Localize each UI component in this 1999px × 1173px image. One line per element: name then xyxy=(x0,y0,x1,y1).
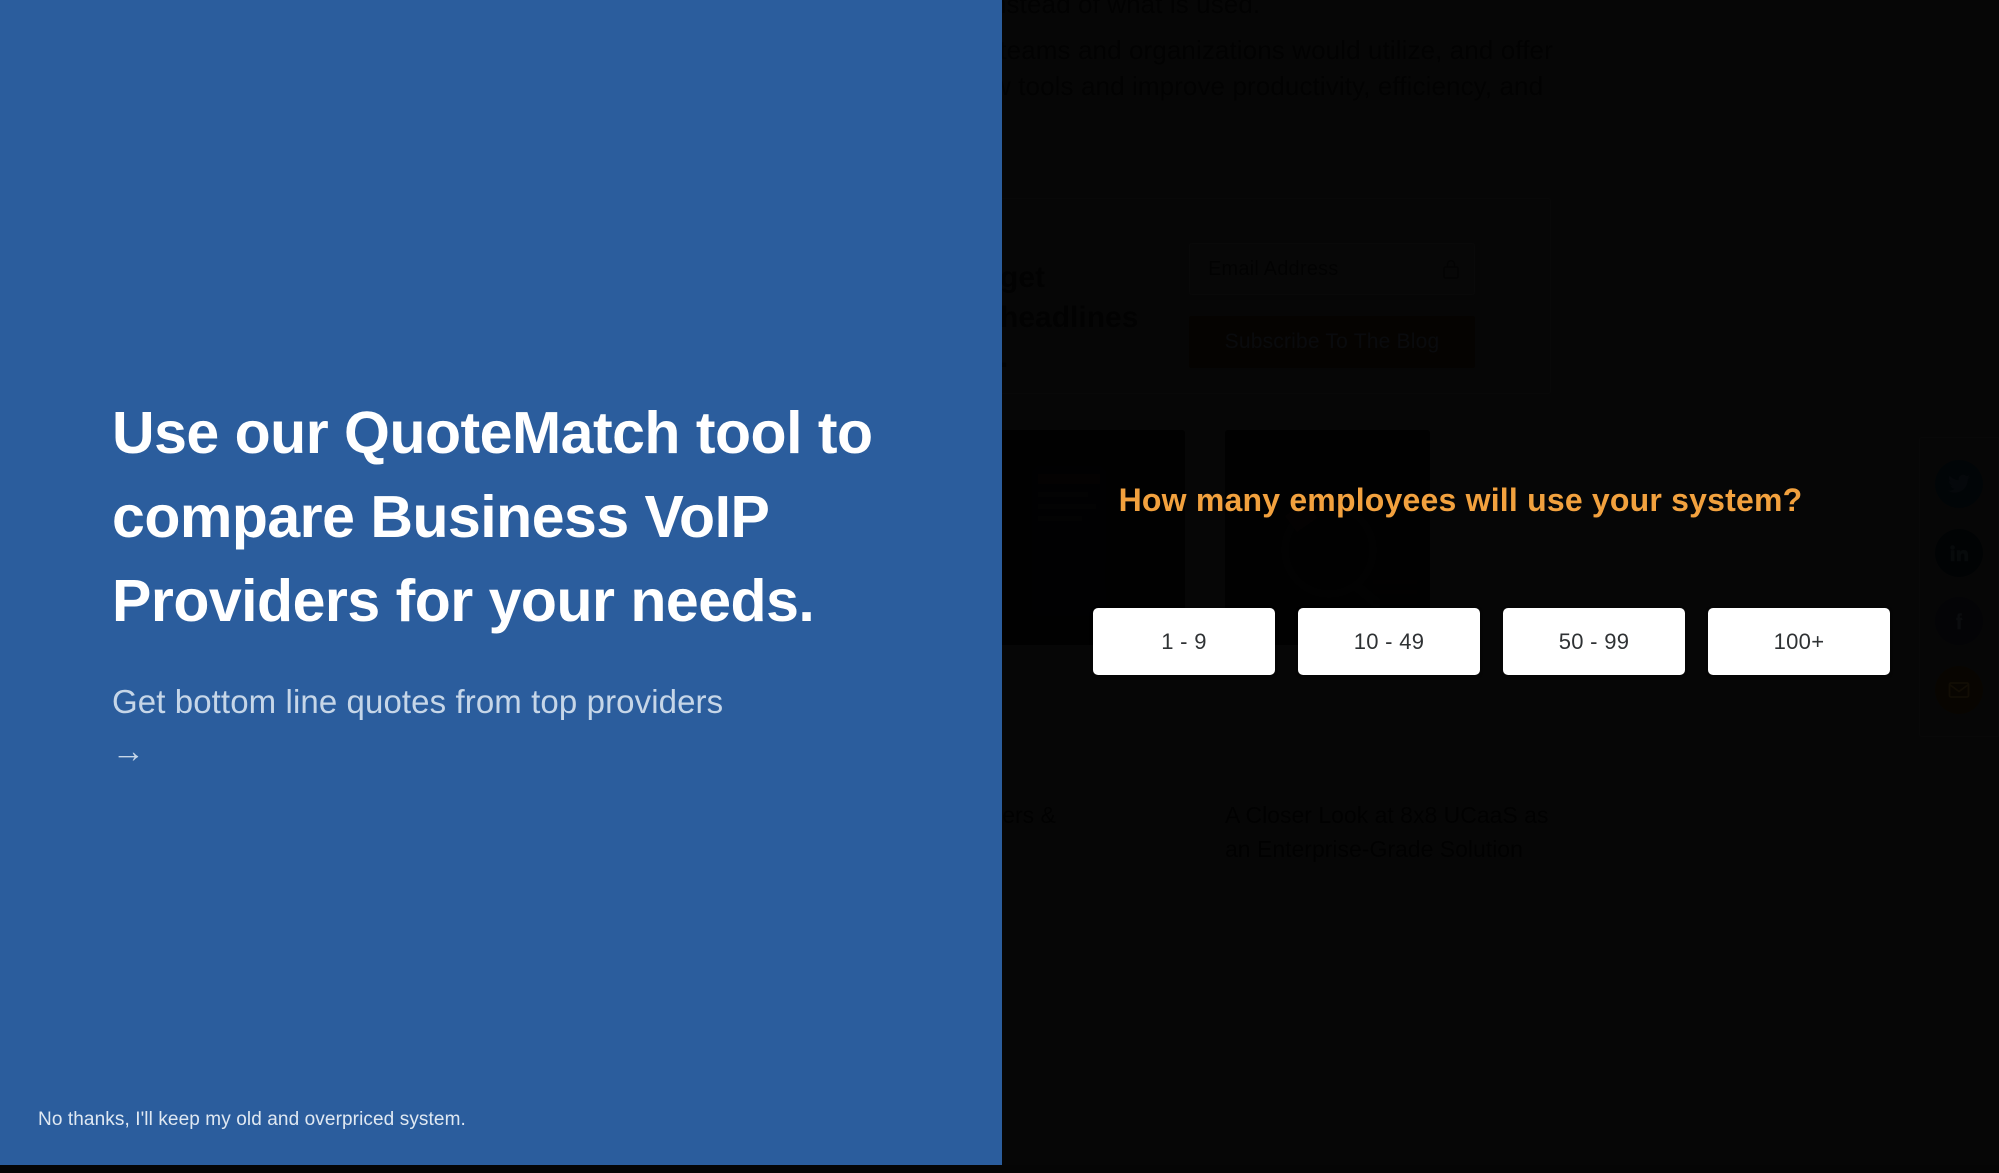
promo-decline-link[interactable]: No thanks, I'll keep my old and overpric… xyxy=(38,1109,466,1131)
quotematch-promo-panel: Use our QuoteMatch tool to compare Busin… xyxy=(0,0,1002,1165)
facebook-icon[interactable] xyxy=(1935,597,1983,646)
promo-cta-link[interactable]: Get bottom line quotes from top provider… xyxy=(112,677,732,775)
subscribe-to-blog-button[interactable]: Subscribe To The Blog xyxy=(1189,316,1475,368)
employee-option-1-9[interactable]: 1 - 9 xyxy=(1093,608,1275,675)
bottom-bar xyxy=(0,1165,1999,1173)
twitter-icon[interactable] xyxy=(1935,460,1983,509)
email-icon[interactable] xyxy=(1935,665,1983,714)
email-input[interactable]: Email Address xyxy=(1189,243,1475,295)
background-paragraph-1: nstead of what is used. xyxy=(992,0,1261,19)
social-share-rail xyxy=(1919,437,1999,737)
employee-option-10-49[interactable]: 10 - 49 xyxy=(1298,608,1480,675)
employee-option-100-plus[interactable]: 100+ xyxy=(1708,608,1890,675)
employee-option-50-99[interactable]: 50 - 99 xyxy=(1503,608,1685,675)
background-paragraph-2: teams and organizations would utilize, a… xyxy=(992,35,1553,101)
employee-count-options: 1 - 9 10 - 49 50 - 99 100+ xyxy=(1093,608,1890,675)
promo-headline: Use our QuoteMatch tool to compare Busin… xyxy=(112,399,873,634)
article-title-right[interactable]: A Closer Look at 8x8 UCaaS as an Enterpr… xyxy=(1225,798,1548,866)
screen: nstead of what is used. teams and organi… xyxy=(0,0,1999,1173)
linkedin-icon[interactable] xyxy=(1935,528,1983,577)
lock-icon xyxy=(1442,258,1460,280)
email-placeholder: Email Address xyxy=(1208,257,1339,280)
subscribe-heading: get headlines . xyxy=(1000,261,1139,374)
